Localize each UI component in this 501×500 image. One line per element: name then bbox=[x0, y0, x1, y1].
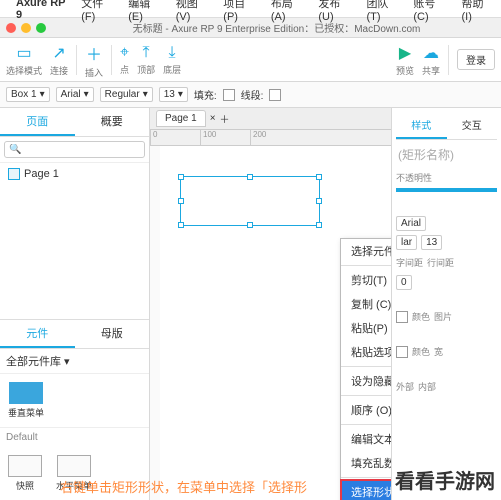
tool-share[interactable]: ☁共享 bbox=[422, 43, 440, 77]
ctx-select-widget[interactable]: 选择元件▶ bbox=[341, 239, 391, 263]
widget-snapshot[interactable]: 快照 bbox=[4, 451, 46, 496]
r-ls[interactable]: 0 bbox=[396, 275, 412, 290]
ctx-paste[interactable]: 粘贴(P) bbox=[341, 316, 391, 340]
mac-menu-bar: Axure RP 9 文件 (F) 编辑 (E) 视图 (V) 项目 (P) 布… bbox=[0, 0, 501, 18]
fill-color[interactable] bbox=[396, 311, 408, 323]
border-color[interactable] bbox=[396, 346, 408, 358]
tab-interactions[interactable]: 交互 bbox=[447, 112, 498, 139]
tab-widgets[interactable]: 元件 bbox=[0, 320, 75, 348]
connect-icon: ↗ bbox=[52, 43, 65, 63]
font-weight[interactable]: Regular ▾ bbox=[100, 87, 153, 102]
library-select[interactable]: 全部元件库 ▾ bbox=[0, 349, 149, 374]
ctx-order[interactable]: 顺序 (O)▶ bbox=[341, 398, 391, 422]
selected-rectangle[interactable] bbox=[180, 176, 320, 226]
page-search[interactable] bbox=[4, 141, 145, 158]
tool-top[interactable]: ⤒顶部 bbox=[137, 44, 155, 76]
ctx-cut[interactable]: 剪切(T) bbox=[341, 268, 391, 292]
opacity-label: 不透明性 bbox=[396, 169, 497, 186]
widget-name-field[interactable]: (矩形名称) bbox=[396, 140, 497, 169]
point-icon: ⌖ bbox=[120, 44, 129, 62]
fill-swatch[interactable] bbox=[223, 89, 235, 101]
tool-bottom[interactable]: ⤓底层 bbox=[163, 44, 181, 76]
minimize-button[interactable] bbox=[21, 23, 31, 33]
close-button[interactable] bbox=[6, 23, 16, 33]
ctx-edit-text[interactable]: 编辑文本 bbox=[341, 427, 391, 451]
page-icon bbox=[8, 168, 20, 180]
default-section: Default bbox=[0, 427, 149, 447]
r-size[interactable]: 13 bbox=[421, 235, 442, 250]
window-title-bar: 无标题 - Axure RP 9 Enterprise Edition：已授权：… bbox=[0, 18, 501, 38]
r-font[interactable]: Arial bbox=[396, 216, 426, 231]
insert-icon: ＋ bbox=[86, 41, 102, 65]
tab-masters[interactable]: 母版 bbox=[75, 320, 150, 348]
traffic-lights bbox=[6, 23, 46, 33]
ctx-lorem[interactable]: 填充乱数假文 bbox=[341, 451, 391, 475]
tool-point[interactable]: ⌖点 bbox=[120, 44, 129, 76]
widget-name[interactable]: Box 1 ▾ bbox=[6, 87, 50, 102]
font-family[interactable]: Arial ▾ bbox=[56, 87, 94, 102]
main-toolbar: ▭选择模式 ↗连接 ＋插入 ⌖点 ⤒顶部 ⤓底层 ▶预览 ☁共享 登录 bbox=[0, 38, 501, 82]
tab-pages[interactable]: 页面 bbox=[0, 108, 75, 136]
app-menu[interactable]: Axure RP 9 bbox=[16, 0, 71, 21]
r-weight[interactable]: lar bbox=[396, 235, 417, 250]
instruction-tip: 右键单击矩形形状，在菜单中选择「选择形 bbox=[60, 477, 307, 496]
close-tab-icon[interactable]: × bbox=[210, 113, 216, 124]
line-label: 线段: bbox=[241, 87, 264, 102]
canvas-area[interactable]: Page 1 × ＋ 0100200 选择元件▶ 剪切(T) 复制 (C) 粘贴(P… bbox=[150, 108, 391, 500]
add-tab-icon[interactable]: ＋ bbox=[220, 111, 230, 126]
line-swatch[interactable] bbox=[269, 89, 281, 101]
tool-select-mode[interactable]: ▭选择模式 bbox=[6, 43, 42, 77]
share-icon: ☁ bbox=[423, 43, 439, 63]
context-menu: 选择元件▶ 剪切(T) 复制 (C) 粘贴(P) 粘贴选项▶ 设为隐藏 顺序 (… bbox=[340, 238, 391, 500]
fill-label: 填充: bbox=[194, 87, 217, 102]
top-icon: ⤒ bbox=[143, 44, 150, 62]
tool-preview[interactable]: ▶预览 bbox=[396, 43, 414, 77]
preview-icon: ▶ bbox=[399, 43, 411, 63]
format-bar: Box 1 ▾ Arial ▾ Regular ▾ 13 ▾ 填充: 线段: bbox=[0, 82, 501, 108]
watermark: 看看手游网 bbox=[395, 465, 495, 494]
ctx-copy[interactable]: 复制 (C) bbox=[341, 292, 391, 316]
ctx-select-shape[interactable]: 选择形状▶ bbox=[341, 480, 391, 500]
widget-vmenu[interactable]: 垂直菜单 bbox=[4, 378, 48, 423]
select-icon: ▭ bbox=[16, 43, 31, 63]
tab-style[interactable]: 样式 bbox=[396, 112, 447, 139]
login-button[interactable]: 登录 bbox=[457, 49, 495, 70]
tool-connect[interactable]: ↗连接 bbox=[50, 43, 68, 77]
window-title: 无标题 - Axure RP 9 Enterprise Edition：已授权：… bbox=[58, 20, 495, 35]
page-item[interactable]: Page 1 bbox=[0, 163, 149, 185]
ctx-paste-opts[interactable]: 粘贴选项▶ bbox=[341, 340, 391, 364]
font-size[interactable]: 13 ▾ bbox=[159, 87, 188, 102]
bottom-icon: ⤓ bbox=[169, 44, 176, 62]
ctx-set-hidden[interactable]: 设为隐藏 bbox=[341, 369, 391, 393]
right-panel: 样式 交互 (矩形名称) 不透明性 Arial lar13 字间距行间距 0 颜… bbox=[391, 108, 501, 500]
left-panel: 页面 概要 Page 1 元件 母版 全部元件库 ▾ 垂直菜单 Default … bbox=[0, 108, 150, 500]
tab-outline[interactable]: 概要 bbox=[75, 108, 150, 136]
canvas-tab[interactable]: Page 1 bbox=[156, 110, 206, 127]
zoom-button[interactable] bbox=[36, 23, 46, 33]
tool-insert[interactable]: ＋插入 bbox=[85, 41, 103, 79]
ruler: 0100200 bbox=[150, 130, 391, 146]
